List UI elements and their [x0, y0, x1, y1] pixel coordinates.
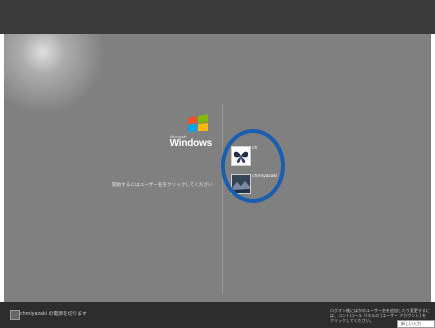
bottom-bar: chmiyazaki の電源を切ります ログオン後にほかのユーザー名を追加したり… [0, 302, 435, 328]
windows-flag-icon [188, 114, 208, 132]
windows-xp-welcome-screen: Microsoft Windows 開始するにはユーザー名をクリックしてください… [0, 0, 435, 328]
shutdown-button[interactable] [10, 310, 20, 320]
top-bar [0, 0, 435, 34]
highlight-circle [221, 129, 285, 203]
windows-logo: Microsoft Windows [169, 114, 213, 149]
shutdown-label[interactable]: chmiyazaki の電源を切ります [20, 310, 87, 317]
welcome-panel [4, 34, 431, 302]
input-indicator: 新しい入力 [397, 320, 435, 328]
windows-wordmark: Windows [169, 138, 213, 149]
vertical-divider [222, 104, 223, 294]
corner-glow [4, 34, 108, 112]
instruction-text: 開始するにはユーザー名をクリックしてください [112, 183, 213, 188]
